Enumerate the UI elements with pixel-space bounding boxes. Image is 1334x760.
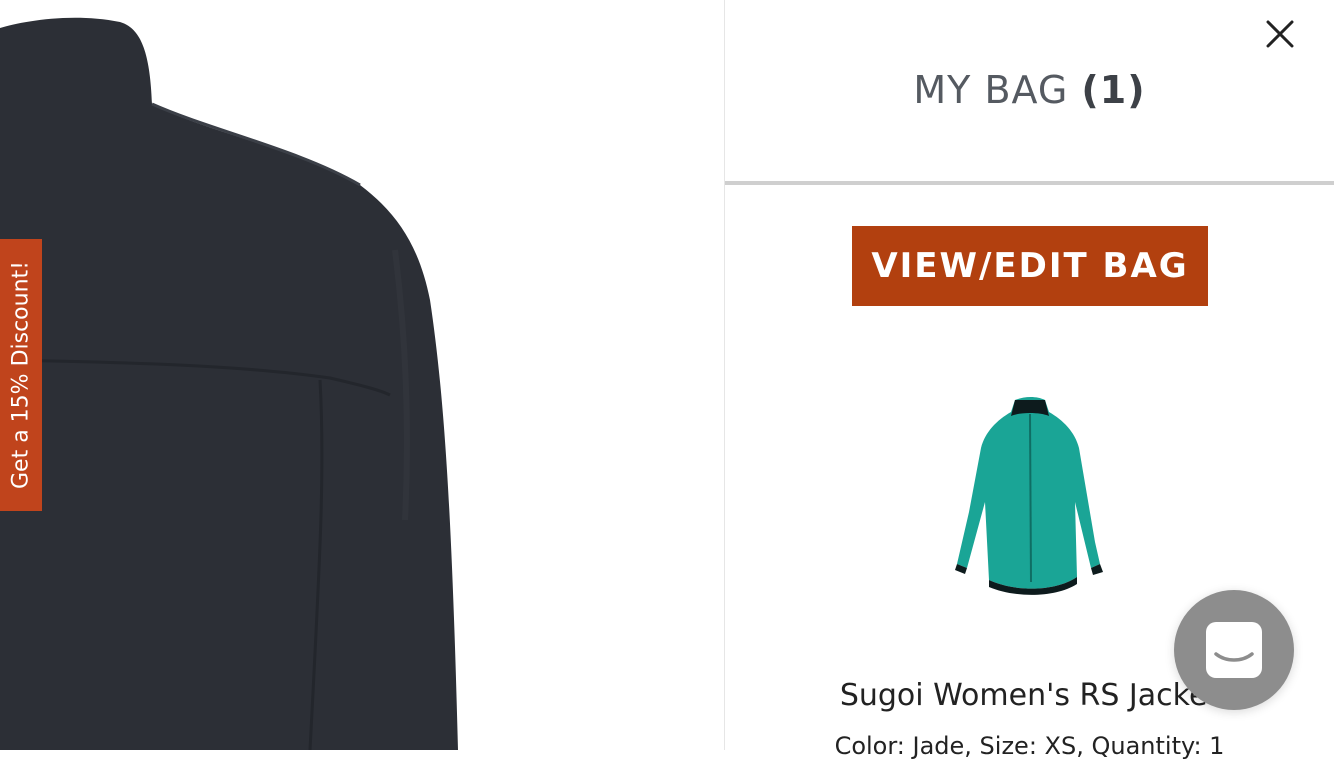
- product-image: [0, 0, 724, 750]
- close-button[interactable]: [1262, 16, 1298, 52]
- bag-item-thumbnail[interactable]: [945, 392, 1115, 607]
- jacket-back-image: [0, 17, 458, 750]
- bag-divider: [725, 181, 1334, 185]
- bag-count: (1): [1081, 68, 1146, 112]
- chat-launcher-button[interactable]: [1174, 590, 1294, 710]
- close-icon: [1266, 20, 1294, 48]
- discount-tab-label: Get a 15% Discount!: [8, 261, 34, 489]
- bag-title: MY BAG (1): [725, 68, 1334, 112]
- view-edit-bag-button[interactable]: VIEW/EDIT BAG: [852, 226, 1208, 306]
- jade-jacket-image: [955, 397, 1103, 595]
- bag-title-text: MY BAG: [913, 68, 1069, 112]
- discount-tab[interactable]: Get a 15% Discount!: [0, 239, 42, 511]
- bag-item-details: Color: Jade, Size: XS, Quantity: 1: [834, 732, 1225, 760]
- chat-icon: [1206, 622, 1262, 678]
